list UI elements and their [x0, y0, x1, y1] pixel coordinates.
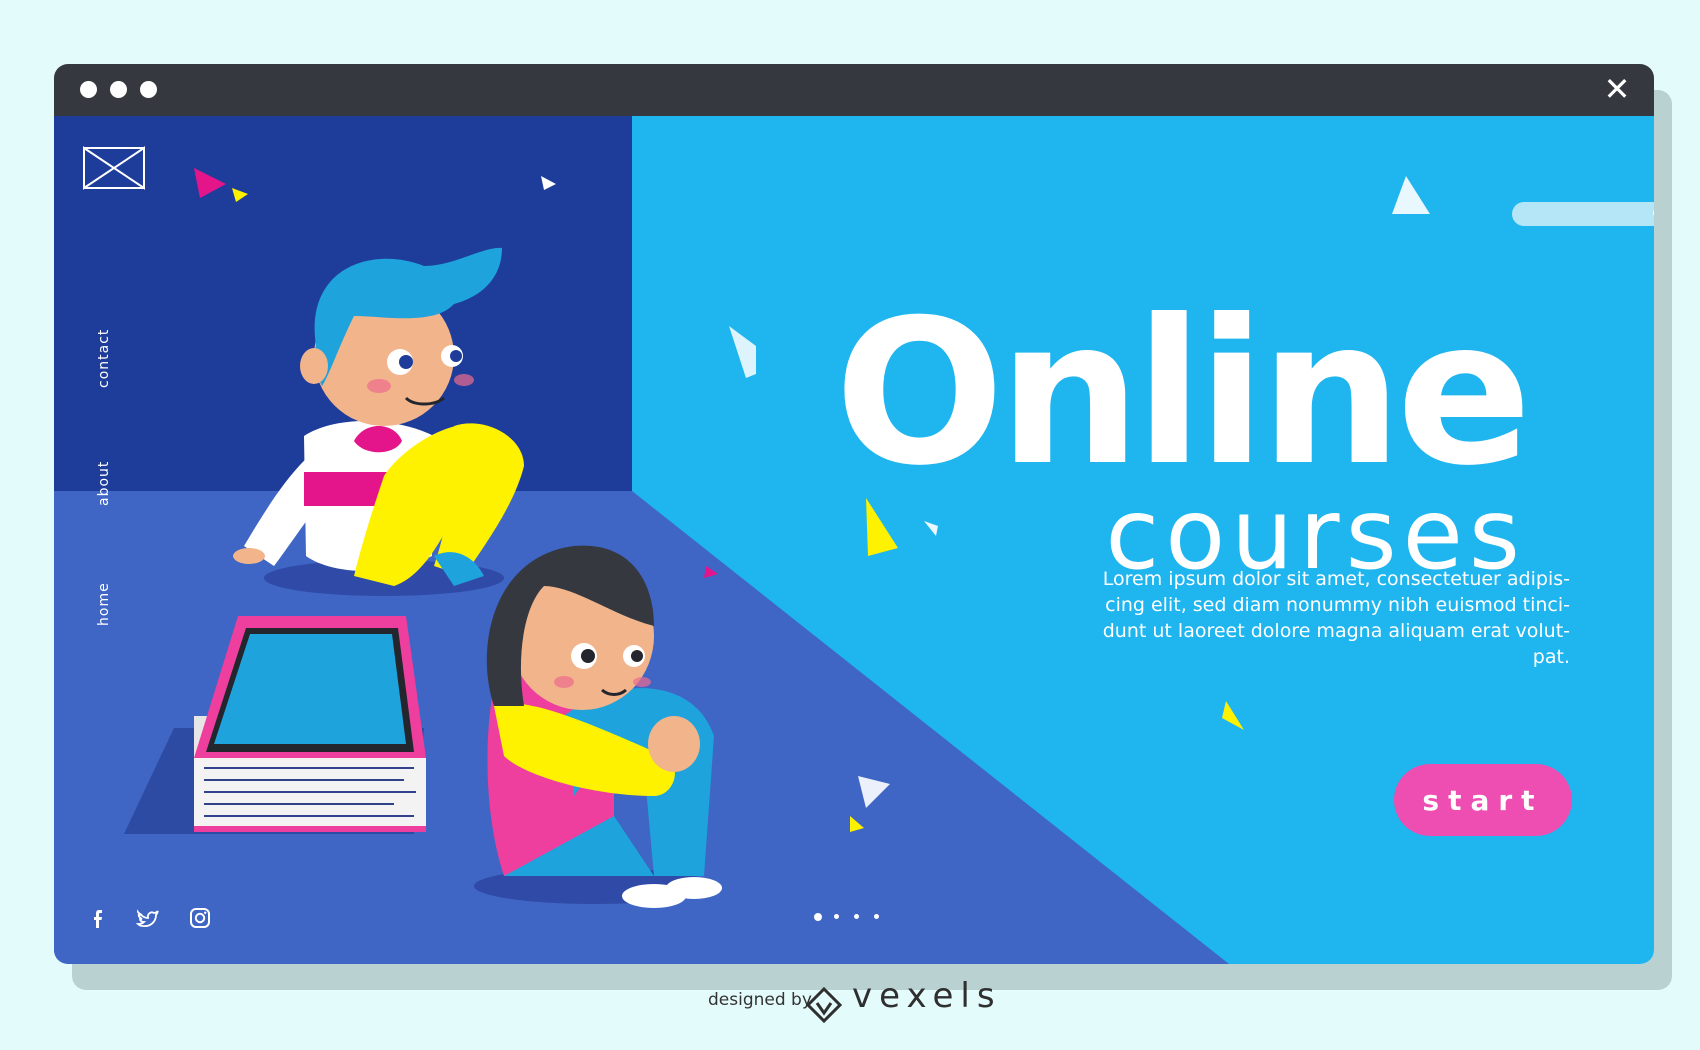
- pagination-dot[interactable]: [834, 914, 839, 919]
- search-icon[interactable]: [1652, 207, 1654, 221]
- vexels-logo-icon: [805, 986, 843, 1024]
- nav-about[interactable]: about: [96, 461, 112, 506]
- pagination-dot[interactable]: [854, 914, 859, 919]
- start-button[interactable]: start: [1394, 764, 1572, 836]
- hero-title: Online: [834, 277, 1532, 510]
- search-input[interactable]: [1524, 204, 1648, 226]
- window-dot[interactable]: [80, 81, 97, 98]
- landing-page: contact about home Online courses Lorem …: [54, 116, 1654, 964]
- close-icon[interactable]: ✕: [1600, 72, 1634, 106]
- window-dot[interactable]: [140, 81, 157, 98]
- window-dot[interactable]: [110, 81, 127, 98]
- brand-name[interactable]: vexels: [852, 976, 1002, 1016]
- pagination-dot-active[interactable]: [814, 913, 822, 921]
- credit-text: designed by: [708, 990, 812, 1010]
- search-bar[interactable]: [1512, 202, 1654, 226]
- facebook-icon[interactable]: [84, 904, 112, 932]
- nav-contact[interactable]: contact: [96, 329, 112, 388]
- hero-description: Lorem ipsum dolor sit amet, consectetuer…: [1102, 568, 1570, 668]
- nav-home[interactable]: home: [96, 582, 112, 626]
- twitter-icon[interactable]: [134, 904, 162, 932]
- pagination-dot[interactable]: [874, 914, 879, 919]
- browser-window: ✕ contact about home Online courses Lore…: [54, 64, 1654, 964]
- window-titlebar: ✕: [54, 64, 1654, 116]
- instagram-icon[interactable]: [186, 904, 214, 932]
